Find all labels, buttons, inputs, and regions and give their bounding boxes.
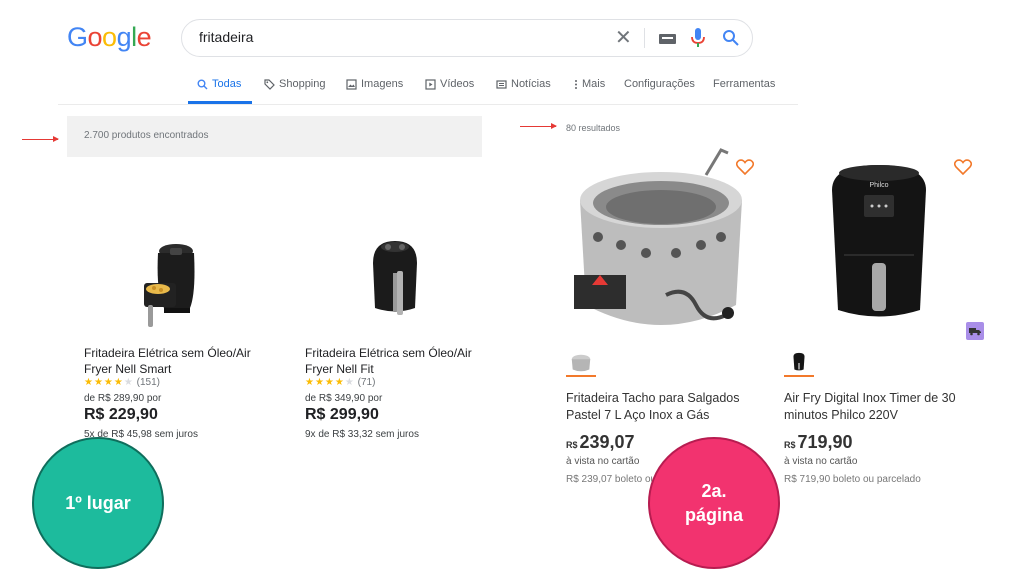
search-icon[interactable] xyxy=(722,29,740,47)
play-icon xyxy=(425,78,436,90)
search-icon xyxy=(197,79,208,89)
product-brand-text: Philco xyxy=(869,182,888,189)
product-rating: ★★★★★ (151) xyxy=(84,377,160,388)
review-count: (151) xyxy=(136,377,160,388)
product-price: R$ 229,90 xyxy=(84,406,158,423)
image-icon xyxy=(346,78,357,90)
more-vertical-icon xyxy=(575,79,577,89)
product-price: R$ 239,07 xyxy=(566,432,635,453)
product-price: R$ 299,90 xyxy=(305,406,379,423)
product-title[interactable]: Fritadeira Elétrica sem Óleo/Air Fryer N… xyxy=(305,345,475,377)
news-icon xyxy=(496,79,507,89)
tab-imagens[interactable]: Imagens xyxy=(346,78,403,90)
tag-icon xyxy=(264,78,275,90)
tab-videos[interactable]: Vídeos xyxy=(425,78,474,90)
search-input[interactable] xyxy=(199,29,579,45)
tab-todas[interactable]: Todas xyxy=(197,78,241,90)
results-count: 80 resultados xyxy=(566,123,621,133)
product-title[interactable]: Fritadeira Elétrica sem Óleo/Air Fryer N… xyxy=(84,345,254,377)
air-fryer-product-image[interactable] xyxy=(355,233,435,333)
red-arrow-left xyxy=(22,136,59,142)
tab-shopping[interactable]: Shopping xyxy=(264,78,326,90)
google-logo[interactable]: Google xyxy=(67,22,152,53)
fryer-tacho-product-image[interactable] xyxy=(566,145,756,345)
mic-icon[interactable] xyxy=(691,28,705,48)
rating-stars: ★★★★★ xyxy=(84,377,134,388)
rating-stars: ★★★★★ xyxy=(305,377,355,388)
keyboard-icon[interactable] xyxy=(659,34,676,44)
product-rating: ★★★★★ (71) xyxy=(305,377,375,388)
philco-air-fryer-product-image[interactable]: Philco xyxy=(784,145,974,345)
tab-configuracoes[interactable]: Configurações xyxy=(624,78,695,90)
product-title[interactable]: Fritadeira Tacho para Salgados Pastel 7 … xyxy=(566,390,756,424)
tab-mais[interactable]: Mais xyxy=(574,78,605,90)
header-divider xyxy=(58,104,798,105)
currency-symbol: R$ xyxy=(784,440,796,450)
product-title[interactable]: Air Fry Digital Inox Timer de 30 minutos… xyxy=(784,390,974,424)
search-divider xyxy=(644,28,645,48)
favorite-heart-icon[interactable] xyxy=(954,159,972,175)
first-place-badge: 1º lugar xyxy=(32,437,164,569)
installments: 9x de R$ 33,32 sem juros xyxy=(305,429,419,440)
products-count-banner: 2.700 produtos encontrados xyxy=(67,116,482,157)
old-price: de R$ 289,90 por xyxy=(84,393,162,404)
variant-thumbnail[interactable] xyxy=(784,351,814,377)
products-count: 2.700 produtos encontrados xyxy=(84,130,209,141)
currency-symbol: R$ xyxy=(566,440,578,450)
cash-note: à vista no cartão xyxy=(784,456,858,467)
tab-noticias[interactable]: Notícias xyxy=(496,78,551,90)
search-box[interactable]: ✕ xyxy=(181,19,753,57)
boleto-price: R$ 719,90 boleto ou parcelado xyxy=(784,474,921,485)
variant-thumbnail[interactable] xyxy=(566,351,596,377)
second-page-badge: 2a. página xyxy=(648,437,780,569)
clear-icon[interactable]: ✕ xyxy=(615,27,632,49)
delivery-truck-icon xyxy=(966,322,984,340)
price-value: 719,90 xyxy=(797,432,853,452)
air-fryer-product-image[interactable] xyxy=(134,233,214,333)
favorite-heart-icon[interactable] xyxy=(736,159,754,175)
price-value: 239,07 xyxy=(579,432,635,452)
old-price: de R$ 349,90 por xyxy=(305,393,383,404)
cash-note: à vista no cartão xyxy=(566,456,640,467)
red-arrow-right xyxy=(520,123,557,129)
product-price: R$ 719,90 xyxy=(784,432,853,453)
tab-ferramentas[interactable]: Ferramentas xyxy=(713,78,775,90)
review-count: (71) xyxy=(357,377,376,388)
